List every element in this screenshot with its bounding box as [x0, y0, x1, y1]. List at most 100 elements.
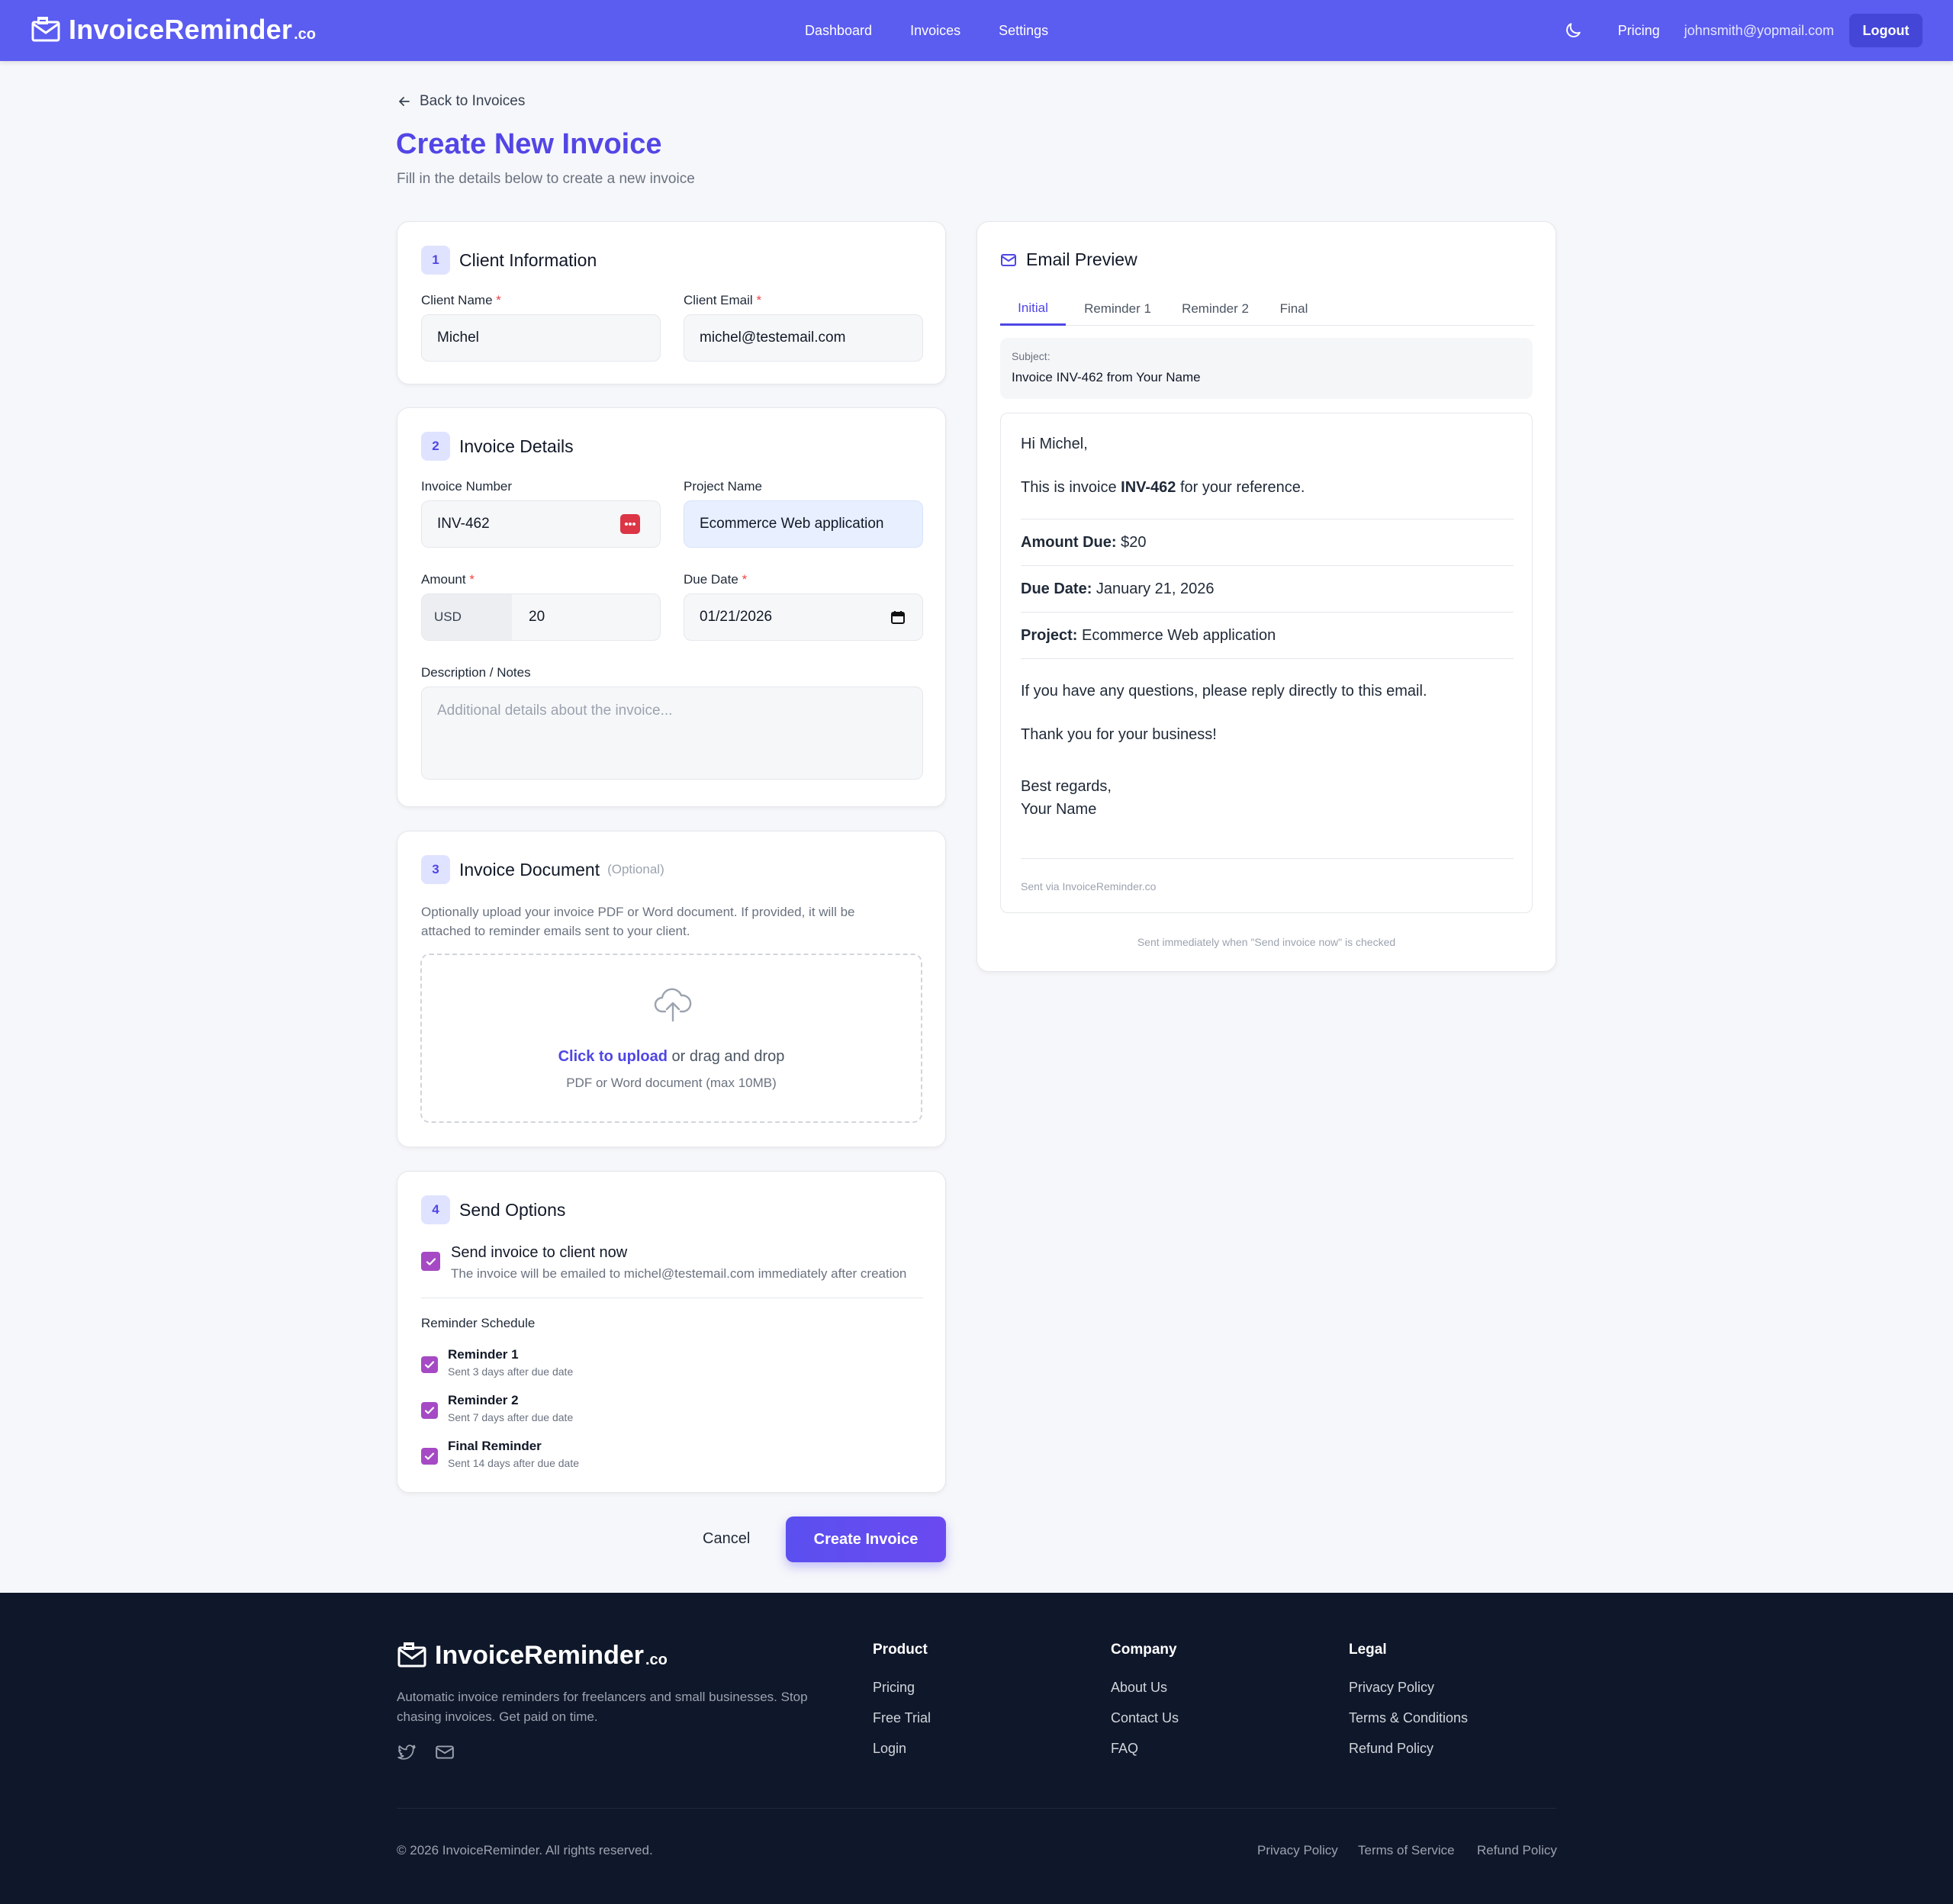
reminder-1-checkbox[interactable]	[421, 1356, 438, 1373]
project-name-label: Project Name	[684, 479, 762, 494]
footer-col-product-title: Product	[873, 1642, 928, 1658]
step-badge: 4	[421, 1195, 450, 1224]
footer-brand[interactable]: InvoiceReminder .co	[397, 1640, 668, 1671]
file-dropzone[interactable]: Click to upload or drag and drop PDF or …	[420, 954, 922, 1123]
label-text: Amount	[421, 572, 466, 587]
envelope-logo-icon	[31, 17, 60, 42]
footer-link-refund[interactable]: Refund Policy	[1349, 1741, 1433, 1757]
card-header: 4 Send Options	[421, 1195, 565, 1224]
footer-bottom-terms[interactable]: Terms of Service	[1358, 1843, 1455, 1858]
footer-link-free-trial[interactable]: Free Trial	[873, 1710, 931, 1726]
create-invoice-button[interactable]: Create Invoice	[786, 1516, 946, 1562]
nav-settings[interactable]: Settings	[999, 23, 1048, 39]
subject-label: Subject:	[1012, 350, 1051, 362]
reminder-schedule-label: Reminder Schedule	[421, 1316, 536, 1330]
currency-select[interactable]: USD	[422, 594, 512, 640]
checkmark-icon	[426, 1257, 436, 1266]
footer-bottom-privacy[interactable]: Privacy Policy	[1257, 1843, 1338, 1858]
nav-pricing[interactable]: Pricing	[1618, 23, 1660, 39]
mail-icon	[1001, 253, 1016, 266]
preview-tabs: Initial Reminder 1 Reminder 2 Final	[1000, 292, 1534, 326]
email-sent-via: Sent via InvoiceReminder.co	[1021, 880, 1157, 892]
tab-reminder-1[interactable]: Reminder 1	[1075, 292, 1160, 326]
footer-divider	[397, 1808, 1556, 1809]
brand-logo[interactable]: InvoiceReminder .co	[31, 14, 316, 46]
back-to-invoices-link[interactable]: Back to Invoices	[397, 93, 525, 110]
nav-dashboard[interactable]: Dashboard	[805, 23, 872, 39]
footer-link-about[interactable]: About Us	[1111, 1680, 1167, 1696]
footer-col-company-title: Company	[1111, 1642, 1177, 1658]
amount-due-value: $20	[1116, 534, 1147, 551]
footer-link-login[interactable]: Login	[873, 1741, 906, 1757]
client-name-label: Client Name *	[421, 293, 501, 308]
preview-note: Sent immediately when "Send invoice now"…	[1137, 936, 1396, 948]
logout-button[interactable]: Logout	[1849, 14, 1922, 47]
main-nav: Dashboard Invoices Settings	[805, 0, 1086, 61]
arrow-left-icon	[399, 97, 410, 106]
client-information-card: 1 Client Information Client Name * Miche…	[397, 221, 946, 384]
footer-bottom-refund[interactable]: Refund Policy	[1477, 1843, 1557, 1858]
upload-hint: PDF or Word document (max 10MB)	[566, 1076, 777, 1090]
notes-label: Description / Notes	[421, 665, 531, 680]
back-link-label: Back to Invoices	[420, 93, 526, 109]
required-mark: *	[469, 572, 475, 587]
email-preview-card: Email Preview Initial Reminder 1 Reminde…	[976, 221, 1556, 972]
card-title: Send Options	[459, 1199, 566, 1220]
client-email-label: Client Email *	[684, 293, 761, 308]
due-date-input[interactable]: 01/21/2026	[684, 593, 923, 641]
reminder-2-checkbox[interactable]	[421, 1402, 438, 1419]
tab-final[interactable]: Final	[1270, 292, 1318, 326]
top-navbar: InvoiceReminder .co Dashboard Invoices S…	[0, 0, 1953, 61]
label-text: Client Email	[684, 293, 753, 307]
divider	[1021, 612, 1514, 613]
card-title: Invoice Details	[459, 436, 574, 456]
required-mark: *	[742, 572, 748, 587]
divider	[1021, 565, 1514, 566]
click-to-upload-link[interactable]: Click to upload	[558, 1048, 668, 1065]
nav-invoices[interactable]: Invoices	[910, 23, 960, 39]
tab-initial[interactable]: Initial	[1000, 292, 1066, 326]
email-signature: Your Name	[1021, 801, 1097, 818]
invoice-document-card: 3 Invoice Document (Optional) Optionally…	[397, 831, 946, 1147]
site-footer: InvoiceReminder .co Automatic invoice re…	[0, 1593, 1953, 1904]
divider	[1021, 858, 1514, 859]
client-name-input[interactable]: Michel	[421, 314, 661, 362]
upload-help-text: Optionally upload your invoice PDF or Wo…	[421, 902, 855, 941]
final-reminder-checkbox[interactable]	[421, 1448, 438, 1465]
footer-link-contact[interactable]: Contact Us	[1111, 1710, 1179, 1726]
upload-instruction: Click to upload or drag and drop	[422, 1048, 921, 1066]
send-now-checkbox[interactable]	[421, 1252, 440, 1271]
email-due-date: Due Date: January 21, 2026	[1021, 581, 1214, 598]
invoice-number-label: Invoice Number	[421, 479, 513, 494]
label-text: Client Name	[421, 293, 493, 307]
tab-reminder-2[interactable]: Reminder 2	[1173, 292, 1258, 326]
reminder-option: Final Reminder Sent 14 days after due da…	[421, 1439, 803, 1472]
footer-link-faq[interactable]: FAQ	[1111, 1741, 1138, 1757]
send-options-card: 4 Send Options Send invoice to client no…	[397, 1171, 946, 1493]
reminder-option: Reminder 2 Sent 7 days after due date	[421, 1393, 803, 1426]
invoice-number-input[interactable]: INV-462	[421, 500, 661, 548]
required-mark: *	[756, 293, 762, 307]
preview-header: Email Preview	[1000, 249, 1137, 270]
calendar-icon[interactable]	[890, 609, 906, 625]
subject-text: Invoice INV-462 from Your Name	[1012, 370, 1201, 384]
dark-mode-moon-icon[interactable]	[1563, 21, 1583, 40]
footer-link-terms[interactable]: Terms & Conditions	[1349, 1710, 1468, 1726]
cloud-upload-icon	[654, 988, 692, 1022]
notes-textarea[interactable]: Additional details about the invoice...	[421, 687, 923, 780]
footer-link-pricing[interactable]: Pricing	[873, 1680, 915, 1696]
client-email-input[interactable]: michel@testemail.com	[684, 314, 923, 362]
nav-right: Pricing johnsmith@yopmail.com Logout	[1563, 0, 1922, 61]
mail-icon[interactable]	[435, 1742, 455, 1762]
project-name-input[interactable]: Ecommerce Web application	[684, 500, 923, 548]
password-manager-icon[interactable]	[620, 514, 640, 534]
cancel-button[interactable]: Cancel	[703, 1530, 750, 1548]
footer-link-privacy[interactable]: Privacy Policy	[1349, 1680, 1434, 1696]
due-date-label: Due Date:	[1021, 581, 1092, 597]
twitter-icon[interactable]	[397, 1742, 417, 1762]
email-project: Project: Ecommerce Web application	[1021, 627, 1276, 645]
amount-input[interactable]: 20	[512, 609, 545, 626]
drag-drop-text: or drag and drop	[667, 1048, 785, 1065]
reminder-description: Sent 3 days after due date	[448, 1365, 574, 1378]
checkmark-icon	[424, 1407, 435, 1414]
